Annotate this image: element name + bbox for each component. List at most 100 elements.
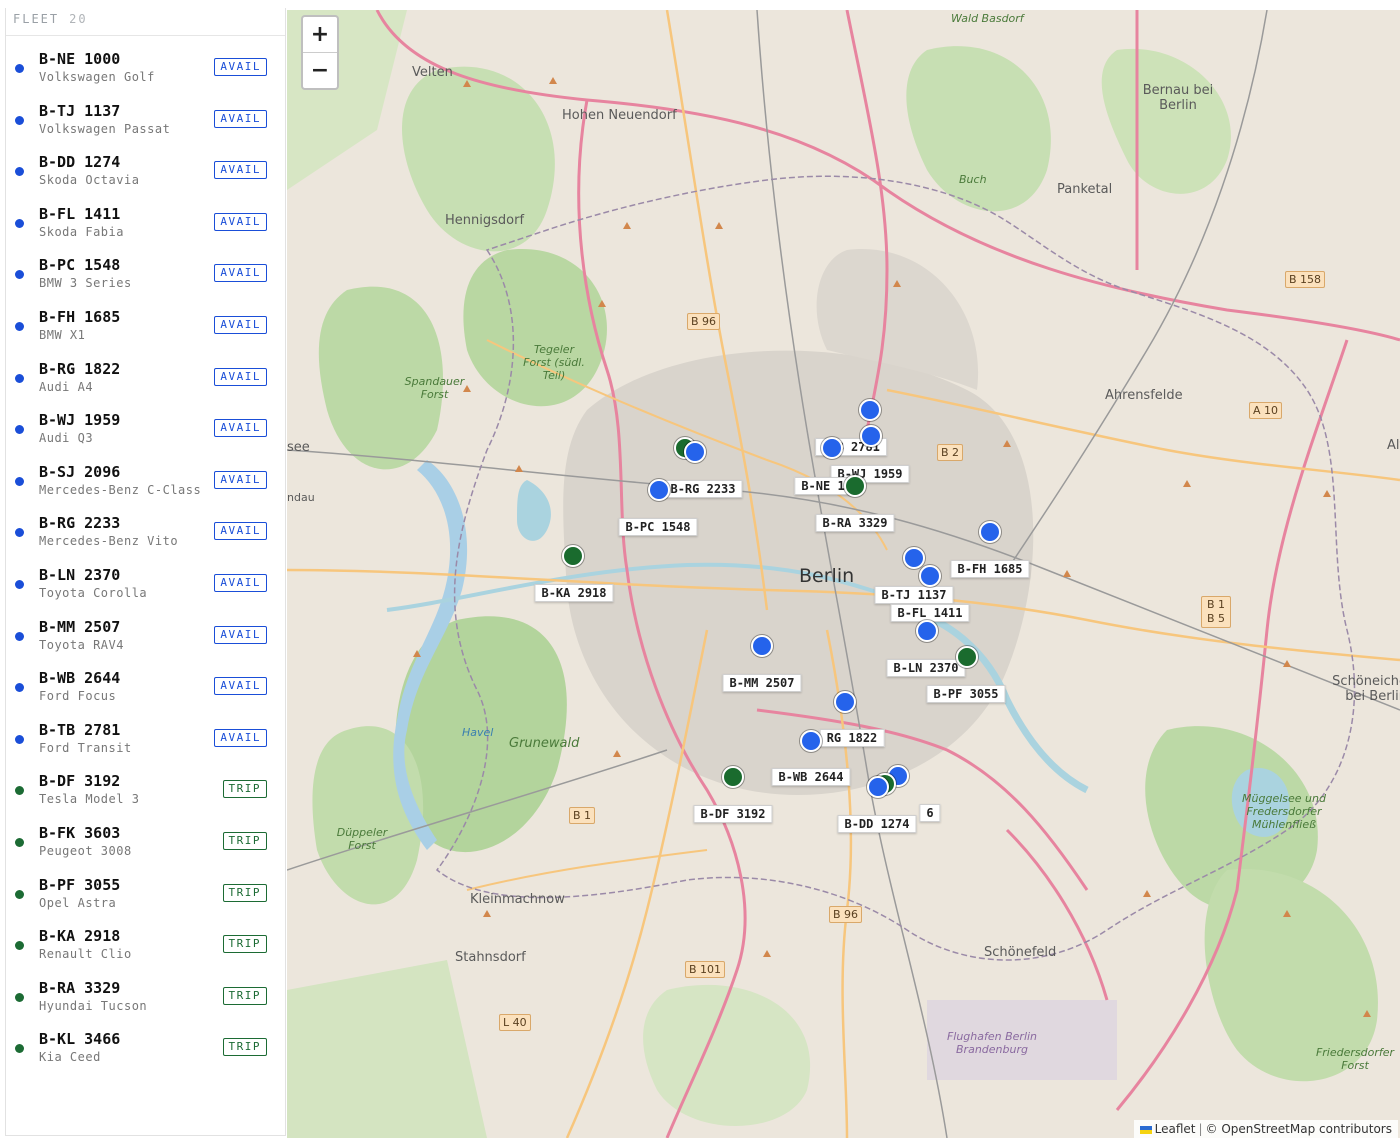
vehicle-plate: B-PF 3055 bbox=[39, 875, 121, 894]
vehicle-marker-avail[interactable] bbox=[684, 441, 706, 463]
vehicle-plate: B-NE 1000 bbox=[39, 50, 121, 68]
vehicle-marker-trip[interactable] bbox=[722, 766, 744, 788]
vehicle-list-item[interactable]: B-SJ 2096 Mercedes-Benz C-Class AVAIL bbox=[6, 456, 285, 507]
status-dot-icon bbox=[15, 322, 24, 331]
place-label-bernau: Bernau bei Berlin bbox=[1142, 83, 1214, 113]
vehicle-list-item[interactable]: B-WJ 1959 Audi Q3 AVAIL bbox=[6, 404, 285, 455]
vehicle-marker-avail[interactable] bbox=[834, 691, 856, 713]
place-label-panketal: Panketal bbox=[1057, 182, 1113, 197]
vehicle-marker-trip[interactable] bbox=[844, 475, 866, 497]
vehicle-list-item[interactable]: B-LN 2370 Toyota Corolla AVAIL bbox=[6, 559, 285, 610]
vehicle-marker-label: B-WB 2644 bbox=[771, 768, 851, 786]
status-badge: AVAIL bbox=[214, 574, 267, 592]
vehicle-marker-avail[interactable] bbox=[919, 565, 941, 587]
vehicle-list-item[interactable]: B-RG 1822 Audi A4 AVAIL bbox=[6, 353, 285, 404]
vehicle-marker-avail[interactable] bbox=[916, 620, 938, 642]
ukraine-flag-icon bbox=[1139, 1125, 1152, 1134]
vehicle-list-item[interactable]: B-DD 1274 Skoda Octavia AVAIL bbox=[6, 146, 285, 197]
status-badge: AVAIL bbox=[214, 109, 267, 128]
status-dot-icon bbox=[15, 786, 24, 796]
vehicle-plate: B-MM 2507 bbox=[39, 617, 121, 636]
leaflet-link[interactable]: Leaflet bbox=[1155, 1122, 1196, 1136]
vehicle-model: Volkswagen Passat bbox=[39, 121, 171, 136]
place-label-dueppeler-forst: Düppeler Forst bbox=[336, 826, 388, 852]
vehicle-plate: B-TB 2781 bbox=[39, 720, 121, 739]
status-dot-icon bbox=[15, 631, 24, 641]
status-dot-icon bbox=[15, 889, 24, 899]
place-label-schoeneiche: Schöneiche bei Berlin bbox=[1332, 674, 1400, 704]
vehicle-marker-avail[interactable] bbox=[859, 399, 881, 421]
vehicle-marker-avail[interactable] bbox=[751, 635, 773, 657]
vehicle-plate: B-KL 3466 bbox=[39, 1030, 121, 1049]
vehicle-list-item[interactable]: B-WB 2644 Ford Focus AVAIL bbox=[6, 662, 285, 713]
fleet-sidebar: FLEET 20 B-NE 1000 Volkswagen Golf AVAIL B-T… bbox=[5, 8, 286, 1136]
vehicle-list-item[interactable]: B-PF 3055 Opel Astra TRIP bbox=[6, 869, 285, 920]
status-dot-icon bbox=[15, 373, 24, 383]
place-label-see: see bbox=[287, 440, 310, 455]
vehicle-list-item[interactable]: B-TJ 1137 Volkswagen Passat AVAIL bbox=[6, 95, 285, 146]
vehicle-marker-avail[interactable] bbox=[800, 730, 822, 752]
status-dot-icon bbox=[15, 838, 24, 847]
status-badge: AVAIL bbox=[214, 212, 267, 231]
vehicle-marker-avail[interactable] bbox=[867, 776, 889, 798]
status-badge: AVAIL bbox=[214, 316, 267, 334]
vehicle-model: Audi Q3 bbox=[39, 431, 94, 446]
vehicle-list-item[interactable]: B-KL 3466 Kia Ceed TRIP bbox=[6, 1023, 285, 1074]
status-dot-icon bbox=[15, 941, 24, 951]
vehicle-model: Audi A4 bbox=[39, 379, 94, 394]
vehicle-list-item[interactable]: B-FL 1411 Skoda Fabia AVAIL bbox=[6, 198, 285, 249]
vehicle-list-item[interactable]: B-RA 3329 Hyundai Tucson TRIP bbox=[6, 972, 285, 1023]
vehicle-marker-label: B-TJ 1137 bbox=[874, 586, 954, 604]
vehicle-model: Hyundai Tucson bbox=[39, 998, 148, 1013]
vehicle-list-item[interactable]: B-PC 1548 BMW 3 Series AVAIL bbox=[6, 249, 285, 300]
zoom-out-button[interactable]: − bbox=[303, 52, 337, 88]
vehicle-plate: B-RG 1822 bbox=[39, 359, 121, 378]
status-badge: TRIP bbox=[222, 986, 267, 1005]
road-shield-b96: B 96 bbox=[687, 313, 721, 330]
vehicle-list-item[interactable]: B-FK 3603 Peugeot 3008 TRIP bbox=[6, 817, 285, 868]
status-badge: AVAIL bbox=[214, 522, 267, 541]
zoom-in-button[interactable]: + bbox=[303, 17, 337, 52]
place-label-schoenefeld: Schönefeld bbox=[984, 945, 1057, 960]
vehicle-marker-label: B-FH 1685 bbox=[950, 560, 1030, 578]
vehicle-model: Kia Ceed bbox=[39, 1050, 101, 1065]
vehicle-marker-avail[interactable] bbox=[903, 547, 925, 569]
vehicle-marker-avail[interactable] bbox=[979, 521, 1001, 543]
vehicle-plate: B-KA 2918 bbox=[39, 927, 121, 946]
place-label-havel: Havel bbox=[462, 726, 494, 739]
road-shield-b96-south: B 96 bbox=[829, 906, 863, 923]
vehicle-marker-label: B-KA 2918 bbox=[534, 584, 614, 602]
status-dot-icon bbox=[15, 218, 24, 228]
place-label-friedersdorfer-forst: Friedersdorfer Forst bbox=[1315, 1046, 1395, 1072]
vehicle-list-item[interactable]: B-MM 2507 Toyota RAV4 AVAIL bbox=[6, 611, 285, 662]
vehicle-list-item[interactable]: B-KA 2918 Renault Clio TRIP bbox=[6, 920, 285, 971]
vehicle-model: Peugeot 3008 bbox=[39, 844, 132, 858]
status-badge: TRIP bbox=[222, 1038, 267, 1057]
status-badge: AVAIL bbox=[214, 367, 267, 386]
place-label-airport: Flughafen Berlin Brandenburg bbox=[946, 1030, 1038, 1056]
osm-attribution-link[interactable]: © OpenStreetMap contributors bbox=[1206, 1122, 1392, 1136]
map-view[interactable]: Velten Hohen Neuendorf Bernau bei Berlin… bbox=[287, 10, 1400, 1138]
vehicle-list-item[interactable]: B-DF 3192 Tesla Model 3 TRIP bbox=[6, 765, 285, 816]
vehicle-list-item[interactable]: B-TB 2781 Ford Transit AVAIL bbox=[6, 714, 285, 765]
status-dot-icon bbox=[15, 115, 24, 125]
place-label-kleinmachnow: Kleinmachnow bbox=[470, 892, 565, 907]
vehicle-model: Toyota Corolla bbox=[39, 586, 148, 600]
road-shield-b1: B 1 bbox=[569, 807, 596, 824]
vehicle-marker-trip[interactable] bbox=[956, 646, 978, 668]
vehicle-list-item[interactable]: B-NE 1000 Volkswagen Golf AVAIL bbox=[6, 43, 285, 94]
vehicle-marker-avail[interactable] bbox=[821, 437, 843, 459]
vehicle-plate: B-DF 3192 bbox=[39, 772, 121, 791]
map-attribution: Leaflet | © OpenStreetMap contributors bbox=[1133, 1120, 1398, 1138]
vehicle-list-item[interactable]: B-RG 2233 Mercedes-Benz Vito AVAIL bbox=[6, 507, 285, 558]
vehicle-marker-avail[interactable] bbox=[860, 425, 882, 447]
attribution-separator: | bbox=[1198, 1122, 1203, 1136]
status-badge: AVAIL bbox=[214, 677, 267, 696]
status-badge: TRIP bbox=[222, 935, 267, 954]
vehicle-marker-label: 6 bbox=[919, 804, 941, 822]
place-label-mueggelsee: Müggelsee und Fredersdorfer Mühlenfließ bbox=[1242, 792, 1326, 831]
status-badge: AVAIL bbox=[214, 58, 267, 76]
vehicle-list-item[interactable]: B-FH 1685 BMW X1 AVAIL bbox=[6, 301, 285, 352]
vehicle-marker-avail[interactable] bbox=[648, 479, 670, 501]
vehicle-marker-trip[interactable] bbox=[562, 545, 584, 567]
